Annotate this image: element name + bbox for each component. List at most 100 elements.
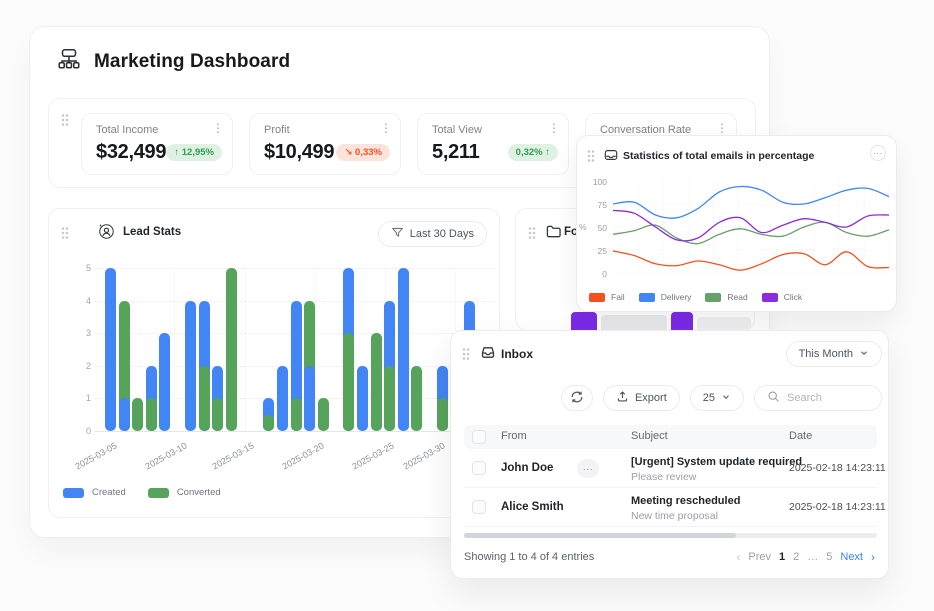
legend-item-converted: Converted [148, 487, 221, 498]
pagination: ‹ Prev 1 2 … 5 Next › [736, 550, 875, 564]
inbox-icon [480, 344, 496, 365]
sender-name: John Doe [501, 462, 553, 474]
stat-card-profit: Profit ⋮ $10,499 ↘ 0,33% [249, 113, 401, 175]
legend-label: Created [92, 487, 126, 498]
stat-value: $32,499 [96, 141, 166, 164]
kebab-menu-icon[interactable]: ⋮ [212, 122, 224, 134]
legend-label: Read [727, 292, 747, 302]
folder-icon [546, 224, 561, 244]
drag-handle-icon[interactable] [528, 226, 536, 240]
click-swatch [762, 293, 778, 302]
table-header: From Subject Date [464, 425, 877, 449]
export-icon [616, 390, 629, 406]
kebab-menu-icon[interactable]: ⋮ [716, 122, 728, 134]
select-all-checkbox[interactable] [472, 430, 486, 444]
stat-card-total-income: Total Income ⋮ $32,499 ↑ 12,95% [81, 113, 233, 175]
stat-label: Total View [432, 124, 482, 136]
row-checkbox[interactable] [472, 461, 486, 475]
lead-stats-card: Lead Stats Last 30 Days 543210 2025-03-0… [48, 208, 500, 518]
page-size-value: 25 [703, 392, 715, 404]
entries-summary: Showing 1 to 4 of 4 entries [464, 551, 594, 563]
legend-item-read: Read [705, 292, 747, 302]
row-actions-icon[interactable]: ··· [577, 459, 599, 478]
chevron-down-icon [721, 392, 731, 405]
search-box[interactable] [754, 385, 882, 411]
stat-value: 5,211 [432, 141, 479, 164]
stat-label: Total Income [96, 124, 158, 136]
read-swatch [705, 293, 721, 302]
stat-card-total-view: Total View ⋮ 5,211 0,32% ↑ [417, 113, 569, 175]
scrollbar-thumb[interactable] [464, 533, 736, 538]
email-legend: Fail Delivery Read Click [589, 292, 802, 302]
next-button[interactable]: Next [840, 551, 863, 563]
drag-handle-icon[interactable] [61, 113, 69, 127]
drag-handle-icon[interactable] [61, 226, 69, 240]
export-button[interactable]: Export [603, 385, 680, 411]
lead-user-icon [97, 222, 116, 246]
page-button-1[interactable]: 1 [779, 551, 785, 563]
refresh-icon [570, 390, 584, 407]
trend-badge: 0,32% ↑ [508, 144, 558, 161]
search-input[interactable] [787, 392, 873, 404]
filter-button-label: Last 30 Days [410, 228, 474, 240]
email-subject: Meeting rescheduled [631, 495, 740, 507]
search-icon [767, 390, 780, 406]
last-30-days-filter-button[interactable]: Last 30 Days [378, 221, 487, 247]
purple-bar [571, 312, 597, 330]
lead-bar-chart: 543210 [49, 268, 501, 431]
trend-badge: ↑ 12,95% [166, 144, 222, 161]
legend-label: Converted [177, 487, 221, 498]
table-row[interactable]: John Doe ··· [Urgent] System update requ… [464, 449, 877, 488]
legend-label: Fail [611, 292, 625, 302]
legend-item-fail: Fail [589, 292, 625, 302]
stat-label: Profit [264, 124, 290, 136]
email-preview: Please review [631, 471, 696, 483]
next-arrow-icon[interactable]: › [871, 550, 875, 564]
lead-legend: Created Converted [63, 487, 221, 498]
period-label: This Month [799, 348, 853, 360]
period-select-button[interactable]: This Month [786, 341, 882, 367]
chevron-down-icon [859, 348, 869, 361]
email-subject: [Urgent] System update required [631, 456, 802, 468]
drag-handle-icon[interactable] [462, 347, 470, 361]
email-date: 2025-02-18 14:23:11 [789, 501, 886, 513]
row-checkbox[interactable] [472, 500, 486, 514]
dashboard-header: Marketing Dashboard [56, 46, 290, 77]
refresh-button[interactable] [561, 385, 593, 411]
page-button-5[interactable]: 5 [826, 551, 832, 563]
legend-item-delivery: Delivery [639, 292, 692, 302]
legend-item-created: Created [63, 487, 126, 498]
legend-label: Click [784, 292, 802, 302]
hidden-bar [601, 315, 667, 330]
email-date: 2025-02-18 14:23:11 [789, 462, 886, 474]
email-preview: New time proposal [631, 510, 718, 522]
column-header-from: From [501, 430, 527, 442]
page-ellipsis: … [807, 551, 818, 563]
page-button-2[interactable]: 2 [793, 551, 799, 563]
kebab-menu-icon[interactable]: ⋮ [548, 122, 560, 134]
converted-swatch [148, 488, 169, 498]
inbox-footer: Showing 1 to 4 of 4 entries ‹ Prev 1 2 …… [464, 548, 875, 566]
hidden-bar [697, 317, 751, 330]
card-title: Statistics of total emails in percentage [623, 150, 814, 162]
inbox-toolbar: Export 25 [451, 385, 882, 413]
trend-badge: ↘ 0,33% [336, 144, 390, 161]
kebab-menu-icon[interactable]: ⋮ [380, 122, 392, 134]
horizontal-scrollbar[interactable] [464, 533, 877, 538]
table-row[interactable]: Alice Smith Meeting rescheduled New time… [464, 488, 877, 527]
envelope-icon [604, 148, 618, 167]
drag-handle-icon[interactable] [587, 149, 595, 163]
page-size-select[interactable]: 25 [690, 385, 744, 411]
legend-label: Delivery [661, 292, 692, 302]
ellipsis-menu-icon[interactable]: ··· [870, 145, 886, 161]
legend-item-click: Click [762, 292, 802, 302]
email-y-axis-unit: % [579, 222, 587, 232]
export-label: Export [635, 392, 667, 404]
funnel-icon [391, 226, 404, 242]
prev-arrow-icon[interactable]: ‹ [736, 550, 740, 564]
purple-bar [671, 312, 693, 330]
card-title: Inbox [501, 347, 533, 361]
created-swatch [63, 488, 84, 498]
stat-value: $10,499 [264, 141, 334, 164]
prev-button[interactable]: Prev [748, 551, 771, 563]
